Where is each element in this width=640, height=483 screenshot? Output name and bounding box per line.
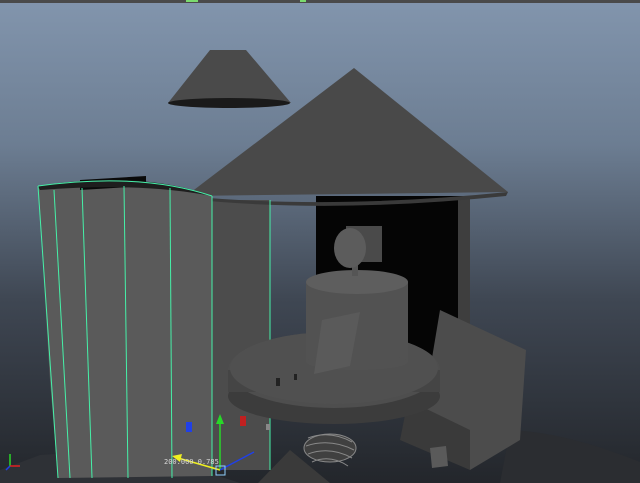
head-cylinder-face [334,228,366,268]
small-box [430,446,448,468]
floating-cone[interactable] [168,50,291,103]
viewport-3d[interactable]: 200.000 0.785 [0,0,640,483]
platform-marker [276,378,280,386]
manipulator-readout: 200.000 0.785 [164,458,219,466]
platform-marker [294,374,297,380]
scene-geometry[interactable] [0,0,640,483]
floating-cone-base [168,98,290,108]
spiral-staircase [303,433,357,467]
ground-shape-right [500,430,640,483]
